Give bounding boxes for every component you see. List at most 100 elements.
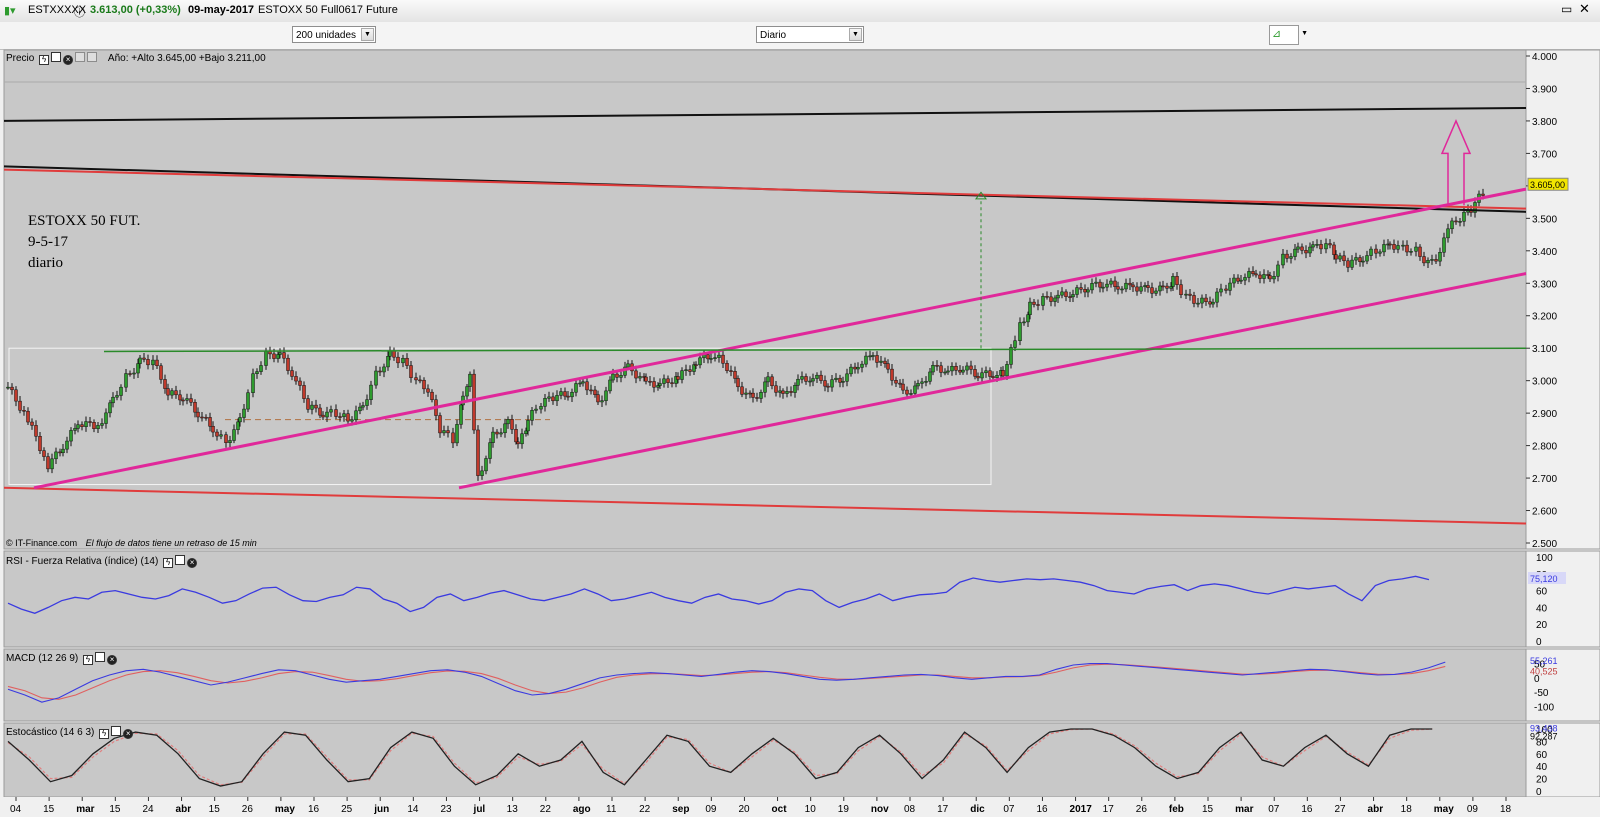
candle-body (766, 376, 770, 383)
annotation-line: diario (28, 255, 63, 271)
rsi-tick-label: 20 (1536, 620, 1548, 631)
candle-body (354, 410, 358, 421)
candle-body (1013, 340, 1017, 348)
candle-body (991, 376, 995, 378)
candle-body (815, 374, 819, 379)
candle-body (196, 411, 200, 418)
candle-body (455, 424, 459, 444)
candle-body (1434, 259, 1438, 262)
candle-body (939, 365, 943, 373)
candle-body (751, 392, 755, 398)
x-tick-label: 13 (507, 804, 519, 815)
candle-body (224, 434, 228, 443)
y-tick-label: 3.000 (1532, 377, 1557, 388)
price-panel-title: Precio (6, 53, 35, 64)
candle-body (181, 399, 185, 402)
candle-body (774, 385, 778, 393)
candle-body (1414, 246, 1418, 252)
wrench-icon[interactable]: ϟ (163, 558, 174, 568)
x-tick-label: mar (76, 804, 94, 815)
candle-body (54, 451, 58, 460)
candle-body (676, 376, 680, 380)
candle-body (841, 381, 845, 383)
candle-body (748, 392, 752, 395)
candle-body (1418, 246, 1422, 257)
window-icon[interactable] (111, 726, 122, 736)
candle-body (574, 383, 578, 393)
candle-body (1188, 293, 1192, 296)
candle-body (1247, 271, 1251, 278)
candle-body (744, 392, 748, 395)
x-tick-label: 09 (705, 804, 717, 815)
wrench-icon[interactable]: ϟ (99, 729, 110, 739)
candle-body (92, 422, 96, 429)
candle-body (578, 382, 582, 385)
candle-body (1268, 275, 1272, 280)
candle-body (506, 419, 510, 425)
close-icon[interactable]: × (123, 729, 134, 739)
candle-body (310, 404, 314, 410)
candle-body (905, 389, 909, 395)
window-icon[interactable] (95, 652, 106, 662)
candle-body (495, 431, 499, 435)
candle-body (793, 384, 797, 393)
close-icon[interactable]: × (107, 655, 118, 665)
x-tick-label: mar (1235, 804, 1253, 815)
candle-body (80, 424, 84, 427)
candle-body (800, 376, 804, 380)
candle-body (259, 365, 263, 372)
close-icon[interactable]: × (63, 55, 74, 65)
candle-body (1090, 283, 1094, 291)
candle-body (604, 390, 608, 401)
candle-body (1169, 286, 1173, 289)
x-tick-label: 16 (1301, 804, 1313, 815)
candle-body (1401, 244, 1405, 247)
wrench-icon[interactable]: ϟ (83, 655, 94, 665)
candle-body (374, 370, 378, 386)
candle-body (365, 399, 369, 406)
candle-body (1308, 246, 1312, 254)
candle-body (1315, 244, 1319, 246)
candle-body (1350, 259, 1354, 268)
candle-body (1319, 244, 1323, 250)
candle-body (1105, 283, 1109, 288)
window-icon[interactable] (175, 555, 186, 565)
x-tick-label: abr (176, 804, 192, 815)
candle-body (539, 406, 543, 410)
close-icon[interactable]: × (187, 558, 198, 568)
chart-area: 4.0003.9003.8003.7003.6003.5003.4003.300… (0, 49, 1600, 817)
candle-body (1075, 287, 1079, 295)
candle-body (778, 390, 782, 393)
candle-body (1124, 282, 1128, 290)
candle-body (1454, 220, 1458, 223)
candle-body (1332, 244, 1336, 255)
candle-body (382, 366, 386, 373)
wrench-icon[interactable]: ϟ (39, 55, 50, 65)
candle-body (108, 402, 112, 414)
annotation-line: 9-5-17 (28, 234, 68, 250)
y-tick-label: 2.500 (1532, 539, 1557, 550)
candle-body (132, 372, 136, 375)
x-tick-label: 14 (407, 804, 419, 815)
candle-body (1028, 301, 1032, 315)
candle-body (510, 419, 514, 430)
candle-body (644, 376, 648, 382)
candle-body (1272, 276, 1276, 280)
x-tick-label: oct (772, 804, 788, 815)
candle-body (1251, 271, 1255, 275)
candle-body (856, 367, 860, 370)
candle-body (1150, 287, 1154, 294)
candle-body (1481, 193, 1485, 196)
copy-icon[interactable] (75, 52, 86, 62)
candle-body (585, 381, 589, 391)
candle-body (976, 376, 980, 379)
candle-body (1239, 279, 1243, 282)
candle-body (581, 381, 585, 384)
candle-body (1071, 294, 1075, 298)
paste-icon[interactable] (87, 52, 98, 62)
candle-body (1258, 274, 1262, 279)
window-icon[interactable] (51, 52, 62, 62)
candle-body (1179, 284, 1183, 295)
candle-body (608, 379, 612, 392)
x-tick-label: 19 (838, 804, 850, 815)
